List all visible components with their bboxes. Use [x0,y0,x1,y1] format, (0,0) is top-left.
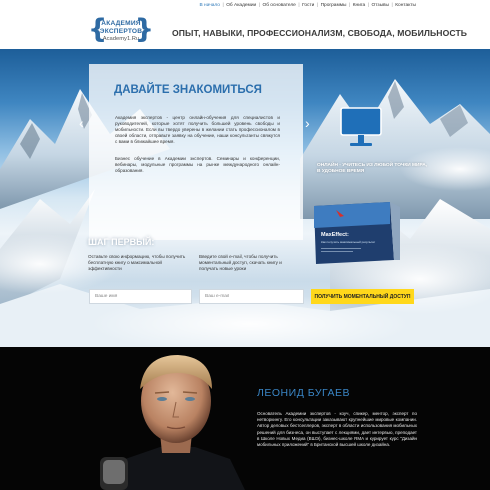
nav-separator: | [316,3,319,8]
nav-item[interactable]: Об Академии [226,3,256,8]
nav-item[interactable]: Об основателе [262,3,295,8]
book-title: MaxEffect: [321,232,349,238]
nav-separator: | [298,3,300,8]
slider-next-arrow-icon[interactable]: › [305,115,310,131]
name-hint: Оставьте свою информацию, чтобы получить… [88,254,186,271]
name-input[interactable] [89,289,192,304]
get-access-button[interactable]: ПОЛУЧИТЬ МОМЕНТАЛЬНЫЙ ДОСТУП [311,289,414,304]
slogan: ОПЫТ, НАВЫКИ, ПРОФЕССИОНАЛИЗМ, СВОБОДА, … [172,28,468,38]
intro-title: ДАВАЙТЕ ЗНАКОМИТЬСЯ [114,84,262,96]
nav-separator: | [258,3,260,8]
nav-item[interactable]: Программы [321,3,347,8]
online-learning-text: ОНЛАЙН - УЧИТЕСЬ ИЗ ЛЮБОЙ ТОЧКИ МИРА, В … [317,163,428,174]
author-name: ЛЕОНИД БУГАЕВ [257,387,351,399]
logo-brace-right: } [134,14,154,45]
author-section: ЛЕОНИД БУГАЕВ Основатель Академии экспер… [0,347,490,490]
nav-menu: В начало | Об Академии | Об основателе | Гости… [200,0,416,11]
intro-paragraph-2: Бизнес обучение в Академии экспертов. Се… [115,156,280,173]
nav-item[interactable]: Контакты [395,3,416,8]
nav-separator: | [367,3,369,8]
intro-panel: ДАВАЙТЕ ЗНАКОМИТЬСЯ Академия экспертов -… [89,64,303,240]
header: { АКАДЕМИЯ ЭКСПЕРТОВ Academy1.Ru } ОПЫТ,… [0,11,490,49]
hero-section: ‹ › ДАВАЙТЕ ЗНАКОМИТЬСЯ Академия эксперт… [0,49,490,347]
book-subtitle: Как получить максимальный результат [321,240,376,244]
logo[interactable]: { АКАДЕМИЯ ЭКСПЕРТОВ Academy1.Ru } [88,14,154,45]
email-hint: Введите свой e-mail, чтобы получить моме… [199,254,282,271]
author-bio: Основатель Академии экспертов - коуч, сп… [257,411,417,448]
nav-separator: | [349,3,351,8]
book-cover[interactable]: MaxEffect: Как получить максимальный рез… [314,202,400,264]
top-navigation: В начало | Об Академии | Об основателе | Гости… [0,0,490,11]
nav-separator: | [391,3,393,8]
author-portrait [100,355,245,490]
nav-item[interactable]: В начало [200,3,220,8]
nav-separator: | [222,3,224,8]
email-input[interactable] [199,289,304,304]
slider-prev-arrow-icon[interactable]: ‹ [79,115,84,131]
nav-item[interactable]: Отзывы [371,3,389,8]
step-one-title: ШАГ ПЕРВЫЙ: [88,237,155,247]
intro-paragraph-1: Академия экспертов - центр онлайн-обучен… [115,115,280,144]
monitor-icon [340,107,382,146]
nav-item[interactable]: Гости [302,3,314,8]
nav-item[interactable]: Книга [353,3,365,8]
